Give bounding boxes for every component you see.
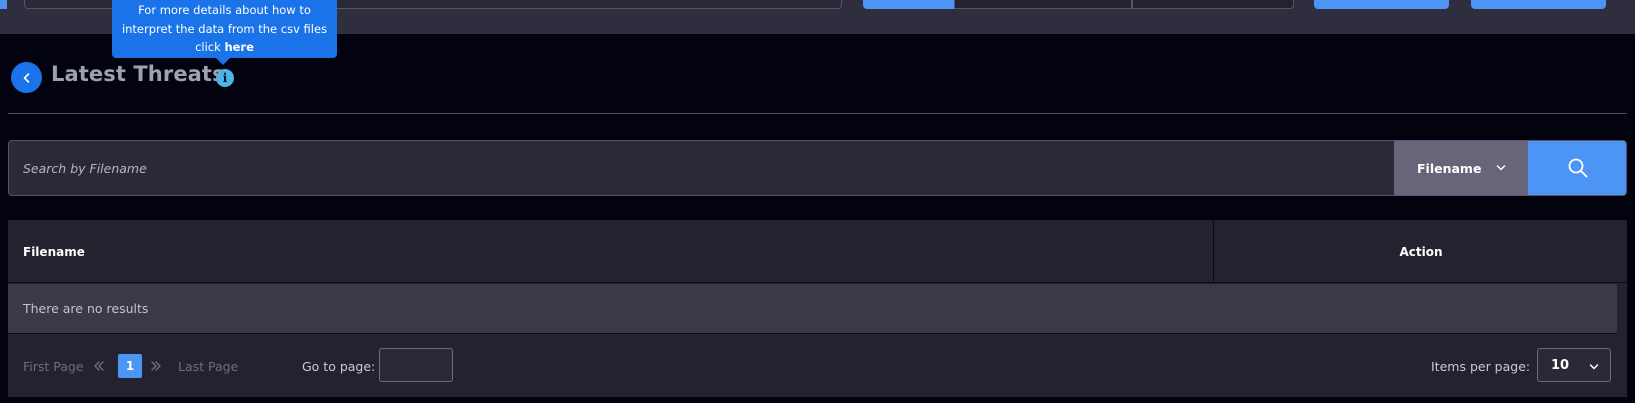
top-action-button-2[interactable] xyxy=(1471,0,1606,9)
info-icon[interactable]: i xyxy=(216,69,234,87)
threats-table: Filename Action There are no results Fir… xyxy=(8,220,1627,397)
tooltip-line-2: interpret the data from the csv files xyxy=(121,21,328,36)
top-segment-3[interactable] xyxy=(1132,0,1294,9)
tooltip-line-1: For more details about how to xyxy=(138,3,311,17)
search-filter-label: Filename xyxy=(1417,160,1482,176)
pagination-bar: First Page 1 Last Page Go to page: Items… xyxy=(8,335,1627,397)
top-segmented-control xyxy=(863,0,1294,9)
top-segment-2[interactable] xyxy=(954,0,1132,9)
top-segment-1[interactable] xyxy=(863,0,954,9)
column-header-filename[interactable]: Filename xyxy=(8,220,1214,283)
goto-page-input[interactable] xyxy=(379,348,453,382)
search-icon xyxy=(1568,158,1588,178)
search-button[interactable] xyxy=(1528,141,1626,195)
tooltip-line-3: click here xyxy=(112,38,337,57)
column-header-action: Action xyxy=(1399,244,1443,259)
search-input[interactable] xyxy=(9,141,1394,195)
table-header: Filename Action xyxy=(8,220,1627,283)
page-title: Latest Threats xyxy=(51,62,225,86)
items-per-page-value: 10 xyxy=(1551,357,1570,373)
items-per-page-select[interactable]: 10 xyxy=(1537,348,1611,382)
header-divider xyxy=(8,113,1627,114)
chevron-left-icon xyxy=(23,72,29,83)
double-chevron-right-icon[interactable] xyxy=(149,359,163,373)
empty-results-row: There are no results xyxy=(8,284,1617,334)
info-tooltip: For more details about how to interpret … xyxy=(112,0,337,58)
tooltip-here-link[interactable]: here xyxy=(224,40,253,54)
top-action-button-1[interactable] xyxy=(1314,0,1449,9)
tooltip-arrow xyxy=(216,58,230,65)
search-bar: Filename xyxy=(8,140,1627,196)
last-page-link[interactable]: Last Page xyxy=(178,359,238,374)
top-left-button-edge[interactable] xyxy=(0,0,7,9)
page-number-current[interactable]: 1 xyxy=(118,354,142,378)
goto-page-label: Go to page: xyxy=(302,359,376,374)
chevron-down-icon xyxy=(1589,364,1599,370)
first-page-link[interactable]: First Page xyxy=(23,359,84,374)
items-per-page-label: Items per page: xyxy=(1431,359,1531,374)
back-button[interactable] xyxy=(11,62,42,93)
chevron-down-icon xyxy=(1496,165,1506,171)
double-chevron-left-icon[interactable] xyxy=(92,359,106,373)
search-filter-dropdown[interactable]: Filename xyxy=(1394,141,1528,195)
tooltip-click-text: click xyxy=(195,40,225,54)
